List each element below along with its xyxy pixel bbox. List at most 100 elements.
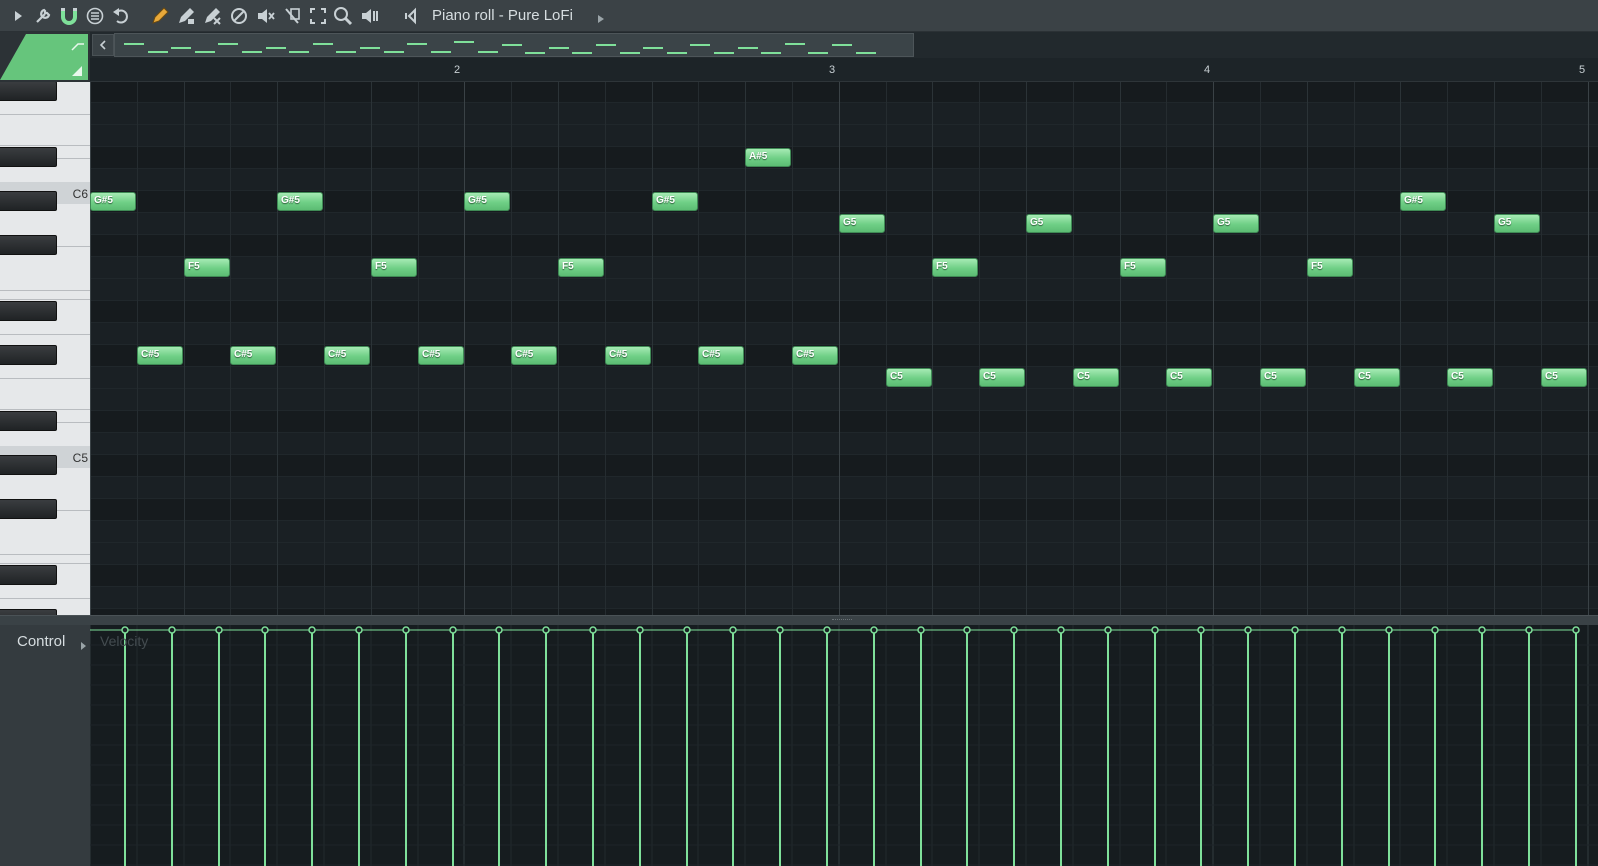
undo-icon[interactable] (111, 6, 131, 26)
note[interactable]: G#5 (90, 192, 136, 211)
black-key[interactable] (0, 147, 57, 167)
mute-circle-icon[interactable] (229, 6, 249, 26)
note[interactable]: G#5 (277, 192, 323, 211)
note[interactable]: C5 (1073, 368, 1119, 387)
velocity-handle[interactable] (402, 626, 410, 634)
note[interactable]: C#5 (511, 346, 557, 365)
velocity-handle[interactable] (1057, 626, 1065, 634)
velocity-handle[interactable] (776, 626, 784, 634)
velocity-handle[interactable] (168, 626, 176, 634)
speaker-mute-icon[interactable] (256, 6, 276, 26)
pencil-icon[interactable] (150, 6, 170, 26)
splitter-grip[interactable] (832, 619, 852, 622)
note[interactable]: G#5 (464, 192, 510, 211)
velocity-handle[interactable] (1572, 626, 1580, 634)
velocity-handle[interactable] (1478, 626, 1486, 634)
window-title[interactable]: Piano roll - Pure LoFi (432, 7, 573, 24)
menu-circle-icon[interactable] (85, 6, 105, 26)
black-key[interactable] (0, 565, 57, 585)
black-key[interactable] (0, 191, 57, 211)
note[interactable]: C5 (1447, 368, 1493, 387)
velocity-handle[interactable] (215, 626, 223, 634)
note[interactable]: C5 (1541, 368, 1587, 387)
note[interactable]: C#5 (605, 346, 651, 365)
note-grid[interactable]: G#5 C#5 F5 C#5 G#5 C#5 F5 C#5 G#5 C#5 F5 C#5 G#5 C#5 A… (90, 82, 1598, 615)
velocity-lane[interactable]: Velocity (90, 625, 1598, 866)
note[interactable]: C5 (979, 368, 1025, 387)
velocity-handle[interactable] (589, 626, 597, 634)
note[interactable]: C5 (1260, 368, 1306, 387)
velocity-handle[interactable] (1104, 626, 1112, 634)
note[interactable]: C#5 (418, 346, 464, 365)
note[interactable]: C5 (886, 368, 932, 387)
speaker-icon[interactable] (403, 6, 423, 26)
time-ruler[interactable]: 2 3 4 5 (90, 58, 1598, 82)
velocity-handle[interactable] (1525, 626, 1533, 634)
black-key[interactable] (0, 345, 57, 365)
note[interactable]: C#5 (792, 346, 838, 365)
scroll-left-button[interactable] (92, 34, 114, 56)
black-key[interactable] (0, 82, 57, 101)
black-key[interactable] (0, 301, 57, 321)
black-key[interactable] (0, 411, 57, 431)
velocity-handle[interactable] (261, 626, 269, 634)
note[interactable]: G5 (839, 214, 885, 233)
note[interactable]: F5 (1307, 258, 1353, 277)
title-menu-arrow-icon[interactable] (597, 11, 605, 29)
velocity-handle[interactable] (917, 626, 925, 634)
note[interactable]: F5 (1120, 258, 1166, 277)
velocity-handle[interactable] (1197, 626, 1205, 634)
note[interactable]: F5 (558, 258, 604, 277)
zoom-icon[interactable] (333, 6, 353, 26)
delete-brush-icon[interactable] (202, 6, 222, 26)
velocity-handle[interactable] (636, 626, 644, 634)
note[interactable]: C#5 (137, 346, 183, 365)
velocity-handle[interactable] (1291, 626, 1299, 634)
note[interactable]: G#5 (1400, 192, 1446, 211)
control-label[interactable]: Control (17, 633, 65, 650)
velocity-handle[interactable] (495, 626, 503, 634)
note[interactable]: C5 (1354, 368, 1400, 387)
select-icon[interactable] (308, 6, 328, 26)
slice-icon[interactable] (282, 6, 302, 26)
control-menu-arrow-icon[interactable] (80, 638, 87, 656)
velocity-handle[interactable] (542, 626, 550, 634)
note[interactable]: G5 (1213, 214, 1259, 233)
panel-splitter[interactable] (0, 615, 1598, 625)
playback-icon[interactable] (360, 6, 380, 26)
pattern-overview[interactable] (90, 32, 1598, 58)
tool-tab[interactable] (0, 34, 88, 80)
black-key[interactable] (0, 499, 57, 519)
piano-keyboard[interactable]: C6 C5 (0, 82, 90, 615)
velocity-handle[interactable] (449, 626, 457, 634)
note[interactable]: G5 (1494, 214, 1540, 233)
wrench-icon[interactable] (33, 6, 53, 26)
velocity-handle[interactable] (1338, 626, 1346, 634)
note[interactable]: C5 (1166, 368, 1212, 387)
magnet-icon[interactable] (59, 6, 79, 26)
velocity-handle[interactable] (729, 626, 737, 634)
velocity-handle[interactable] (1385, 626, 1393, 634)
velocity-handle[interactable] (1010, 626, 1018, 634)
note[interactable]: G5 (1026, 214, 1072, 233)
velocity-handle[interactable] (1151, 626, 1159, 634)
note[interactable]: C#5 (324, 346, 370, 365)
velocity-handle[interactable] (1431, 626, 1439, 634)
velocity-handle[interactable] (963, 626, 971, 634)
play-arrow-icon[interactable] (8, 6, 28, 26)
note[interactable]: F5 (371, 258, 417, 277)
note[interactable]: C#5 (230, 346, 276, 365)
black-key[interactable] (0, 235, 57, 255)
velocity-handle[interactable] (683, 626, 691, 634)
black-key[interactable] (0, 455, 57, 475)
note[interactable]: C#5 (698, 346, 744, 365)
velocity-graph[interactable] (90, 625, 1598, 866)
velocity-handle[interactable] (355, 626, 363, 634)
velocity-handle[interactable] (823, 626, 831, 634)
velocity-handle[interactable] (870, 626, 878, 634)
velocity-handle[interactable] (1244, 626, 1252, 634)
note[interactable]: F5 (184, 258, 230, 277)
velocity-handle[interactable] (308, 626, 316, 634)
note[interactable]: G#5 (652, 192, 698, 211)
note[interactable]: F5 (932, 258, 978, 277)
